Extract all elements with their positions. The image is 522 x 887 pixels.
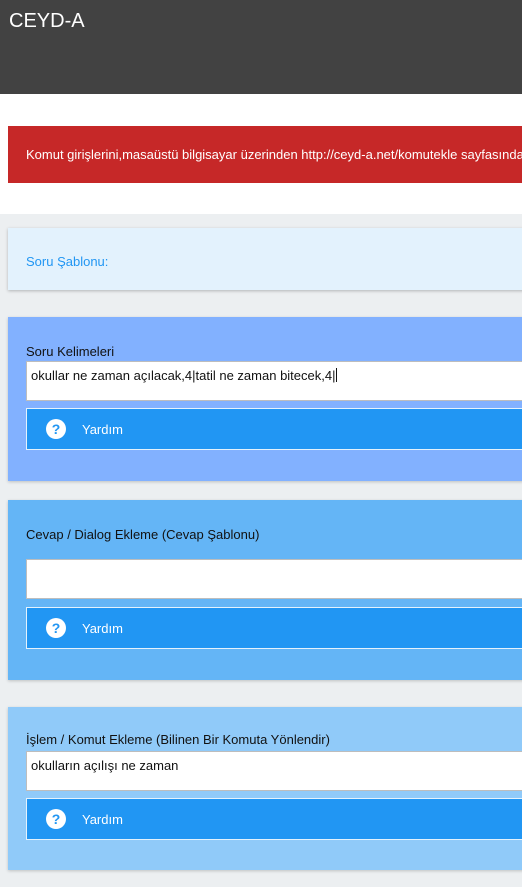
- answer-dialog-label: Cevap / Dialog Ekleme (Cevap Şablonu): [26, 527, 260, 542]
- command-help-button[interactable]: ? Yardım: [26, 798, 522, 840]
- command-value: okulların açılışı ne zaman: [31, 758, 179, 773]
- app-header: CEYD-A: [0, 0, 522, 94]
- answer-dialog-help-button[interactable]: ? Yardım: [26, 607, 522, 649]
- command-card: İşlem / Komut Ekleme (Bilinen Bir Komuta…: [8, 707, 522, 870]
- question-template-label: Soru Şablonu:: [26, 254, 109, 269]
- help-circle-icon: ?: [46, 618, 66, 638]
- question-words-card: Soru Kelimeleri okullar ne zaman açılaca…: [8, 317, 522, 481]
- help-button-label: Yardım: [82, 422, 123, 437]
- app-title: CEYD-A: [9, 10, 85, 32]
- command-label: İşlem / Komut Ekleme (Bilinen Bir Komuta…: [26, 732, 330, 747]
- command-input[interactable]: okulların açılışı ne zaman: [26, 751, 522, 791]
- help-button-label: Yardım: [82, 812, 123, 827]
- question-words-help-button[interactable]: ? Yardım: [26, 408, 522, 450]
- question-template-card: Soru Şablonu:: [8, 228, 522, 290]
- help-circle-icon: ?: [46, 809, 66, 829]
- help-circle-icon: ?: [46, 419, 66, 439]
- answer-dialog-card: Cevap / Dialog Ekleme (Cevap Şablonu) ? …: [8, 500, 522, 680]
- question-words-value: okullar ne zaman açılacak,4|tatil ne zam…: [31, 368, 336, 383]
- answer-dialog-input[interactable]: [26, 559, 522, 599]
- text-cursor: [336, 368, 338, 382]
- info-alert: Komut girişlerini,masaüstü bilgisayar üz…: [8, 126, 522, 183]
- question-words-label: Soru Kelimeleri: [26, 344, 115, 359]
- help-button-label: Yardım: [82, 621, 123, 636]
- question-words-input[interactable]: okullar ne zaman açılacak,4|tatil ne zam…: [26, 361, 522, 401]
- alert-text: Komut girişlerini,masaüstü bilgisayar üz…: [26, 147, 522, 162]
